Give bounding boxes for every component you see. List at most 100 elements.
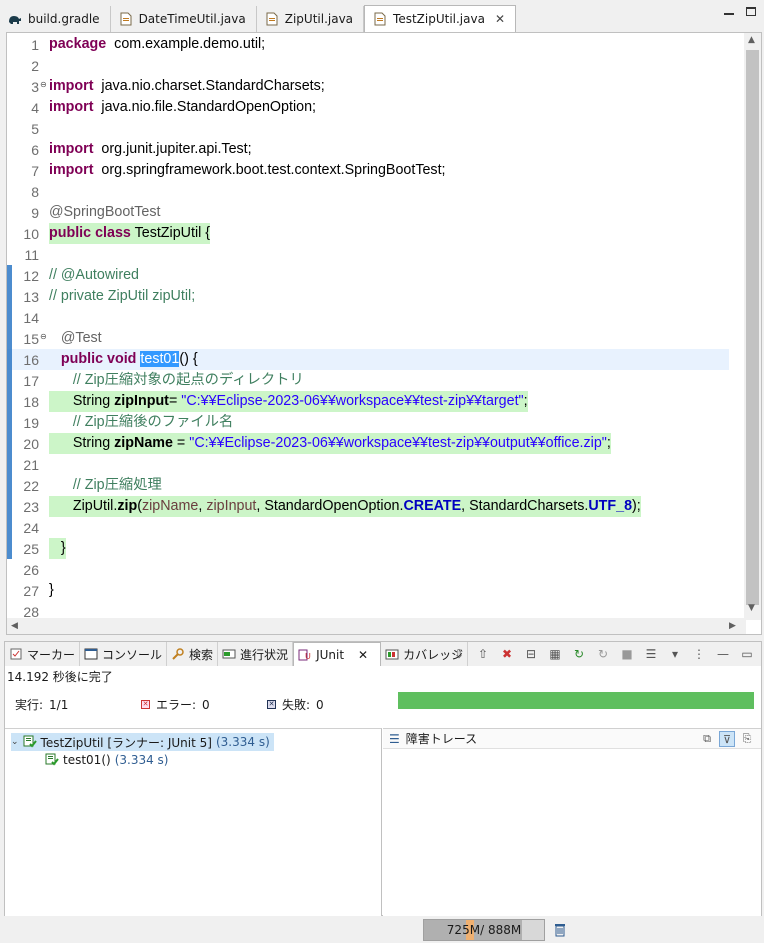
code-line[interactable]: 9 @SpringBootTest xyxy=(7,202,729,223)
code-token: @Test xyxy=(49,330,102,346)
heap-status[interactable]: 725M/ 888M xyxy=(423,919,545,941)
code-line[interactable]: 27} xyxy=(7,580,729,601)
code-text: import org.junit.jupiter.api.Test; xyxy=(49,139,252,160)
panel-tab-console[interactable]: コンソール xyxy=(80,642,168,666)
code-line[interactable]: 11 xyxy=(7,244,729,265)
panel-tab-label: JUnit xyxy=(316,647,345,662)
code-line[interactable]: 22 // Zip圧縮処理 xyxy=(7,475,729,496)
code-line[interactable]: 20 String zipName = "C:¥¥Eclipse-2023-06… xyxy=(7,433,729,454)
code-token: public xyxy=(49,225,92,241)
change-marker xyxy=(7,412,12,433)
panel-tab-marker[interactable]: マーカー xyxy=(5,642,81,666)
panel-tab-progress[interactable]: 進行状況 xyxy=(218,642,294,666)
scroll-left-icon[interactable]: ◀ xyxy=(11,621,18,631)
test-case-row[interactable]: test01() (3.334 s) xyxy=(45,751,168,769)
panel-maximize-icon[interactable]: ▭ xyxy=(739,646,755,662)
code-line[interactable]: 4 import java.nio.file.StandardOpenOption… xyxy=(7,97,729,118)
line-number: 25 xyxy=(23,540,39,557)
code-token: java.nio.charset.StandardCharsets; xyxy=(93,78,325,94)
code-line[interactable]: 17 // Zip圧縮対象の起点のディレクトリ xyxy=(7,370,729,391)
code-line[interactable]: 23 ZipUtil.zip(zipName, zipInput, Standa… xyxy=(7,496,729,517)
scroll-up-icon[interactable]: ▲ xyxy=(748,35,755,45)
code-line[interactable]: 16 public void test01() { xyxy=(7,349,729,370)
code-token: org.springframework.boot.test.context.Sp… xyxy=(93,162,446,178)
close-icon[interactable]: ✕ xyxy=(358,648,368,662)
code-line[interactable]: 1 package com.example.demo.util; xyxy=(7,34,729,55)
code-token: , StandardCharsets. xyxy=(461,498,589,514)
code-line[interactable]: 10 public class TestZipUtil { xyxy=(7,223,729,244)
next-failure-icon[interactable]: ⇩ xyxy=(451,646,467,662)
code-token: } xyxy=(49,582,54,598)
rerun-icon[interactable]: ↻ xyxy=(571,646,587,662)
change-marker xyxy=(7,475,12,496)
panel-tab-search[interactable]: 検索 xyxy=(167,642,219,666)
editor-tab-label: ZipUtil.java xyxy=(284,12,354,26)
test-history-icon[interactable]: ☰ xyxy=(643,646,659,662)
editor-tab-testziputil-java[interactable]: TestZipUtil.java ✕ xyxy=(364,5,517,32)
minimize-icon[interactable] xyxy=(724,13,734,15)
rerun-failed-icon[interactable]: ↻ xyxy=(595,646,611,662)
horizontal-scrollbar[interactable]: ◀ ▶ xyxy=(7,618,746,634)
close-icon[interactable]: ✕ xyxy=(495,12,505,26)
code-token: // @Autowired xyxy=(49,267,140,283)
fold-toggle-icon[interactable]: ⊖ xyxy=(40,80,47,89)
code-line[interactable]: 13 // private ZipUtil zipUtil; xyxy=(7,286,729,307)
fold-toggle-icon[interactable]: ⊖ xyxy=(40,332,47,341)
console-icon xyxy=(84,647,98,661)
editor-tab-build-gradle[interactable]: build.gradle xyxy=(0,6,111,32)
panel-tab-label: 検索 xyxy=(189,647,214,662)
code-line[interactable]: 25 } xyxy=(7,538,729,559)
previous-failure-icon[interactable]: ⇧ xyxy=(475,646,491,662)
scroll-lock-icon[interactable]: ⊟ xyxy=(523,646,539,662)
junit-icon: U xyxy=(298,648,312,662)
code-line[interactable]: 19 // Zip圧縮後のファイル名 xyxy=(7,412,729,433)
scroll-down-icon[interactable]: ▼ xyxy=(748,603,755,613)
code-line[interactable]: 18 String zipInput= "C:¥¥Eclipse-2023-06… xyxy=(7,391,729,412)
scroll-thumb[interactable] xyxy=(746,50,759,605)
code-line[interactable]: 21 xyxy=(7,454,729,475)
maximize-icon[interactable] xyxy=(746,7,756,16)
collapse-chevron-icon[interactable]: ⌄ xyxy=(11,737,19,747)
panel-tab-junit[interactable]: U JUnit ✕ xyxy=(293,642,382,666)
code-line[interactable]: 3 ⊖ import java.nio.charset.StandardCharse… xyxy=(7,76,729,97)
editor-tab-ziputil-java[interactable]: ZipUtil.java xyxy=(257,6,365,32)
change-marker xyxy=(7,328,12,349)
code-line[interactable]: 14 xyxy=(7,307,729,328)
vertical-scrollbar[interactable]: ▲ ▼ xyxy=(744,33,761,620)
failures-count: ✕ 失敗: 0 xyxy=(267,696,324,713)
code-line[interactable]: 24 xyxy=(7,517,729,538)
code-text: public class TestZipUtil { xyxy=(49,223,211,244)
code-line[interactable]: 8 xyxy=(7,181,729,202)
test-suite-ok-icon xyxy=(23,734,37,751)
runs-value: 1/1 xyxy=(49,697,69,712)
panel-minimize-icon[interactable]: — xyxy=(715,646,731,662)
code-line[interactable]: 2 xyxy=(7,55,729,76)
code-line[interactable]: 12 // @Autowired xyxy=(7,265,729,286)
garbage-collect-icon[interactable] xyxy=(551,921,569,939)
scroll-right-icon[interactable]: ▶ xyxy=(729,621,736,631)
code-line[interactable]: 7 import org.springframework.boot.test.co… xyxy=(7,160,729,181)
show-failures-only-icon[interactable]: ✖ xyxy=(499,646,515,662)
change-marker xyxy=(7,265,12,286)
code-line[interactable]: 26 xyxy=(7,559,729,580)
code-text: import java.nio.file.StandardOpenOption; xyxy=(49,97,316,118)
code-line[interactable]: 15 ⊖ @Test xyxy=(7,328,729,349)
view-menu-icon[interactable]: ▾ xyxy=(667,646,683,662)
test-case-label: test01() xyxy=(63,753,111,767)
code-text: // Zip圧縮対象の起点のディレクトリ xyxy=(49,370,304,391)
history-icon[interactable]: ▦ xyxy=(547,646,563,662)
change-marker xyxy=(7,517,12,538)
code-line[interactable]: 6 import org.junit.jupiter.api.Test; xyxy=(7,139,729,160)
change-marker xyxy=(7,391,12,412)
test-suite-row[interactable]: ⌄ TestZipUtil [ランナー: JUnit 5] (3.334 s) xyxy=(11,733,274,751)
filter-stack-icon[interactable]: ⊽ xyxy=(719,731,735,747)
change-marker xyxy=(7,286,12,307)
code-token: , StandardOpenOption. xyxy=(256,498,404,514)
editor-tab-datetimeutil-java[interactable]: DateTimeUtil.java xyxy=(111,6,257,32)
code-editor[interactable]: 2 8 27} 26 25 } 24 23 ZipUtil.zip(zipName, zip… xyxy=(6,32,762,635)
compare-result-icon[interactable]: ⧉ xyxy=(699,731,715,747)
code-line[interactable]: 5 xyxy=(7,118,729,139)
more-icon[interactable]: ⋮ xyxy=(691,646,707,662)
stop-icon[interactable]: ■ xyxy=(619,646,635,662)
copy-trace-icon[interactable]: ⎘ xyxy=(739,731,755,747)
